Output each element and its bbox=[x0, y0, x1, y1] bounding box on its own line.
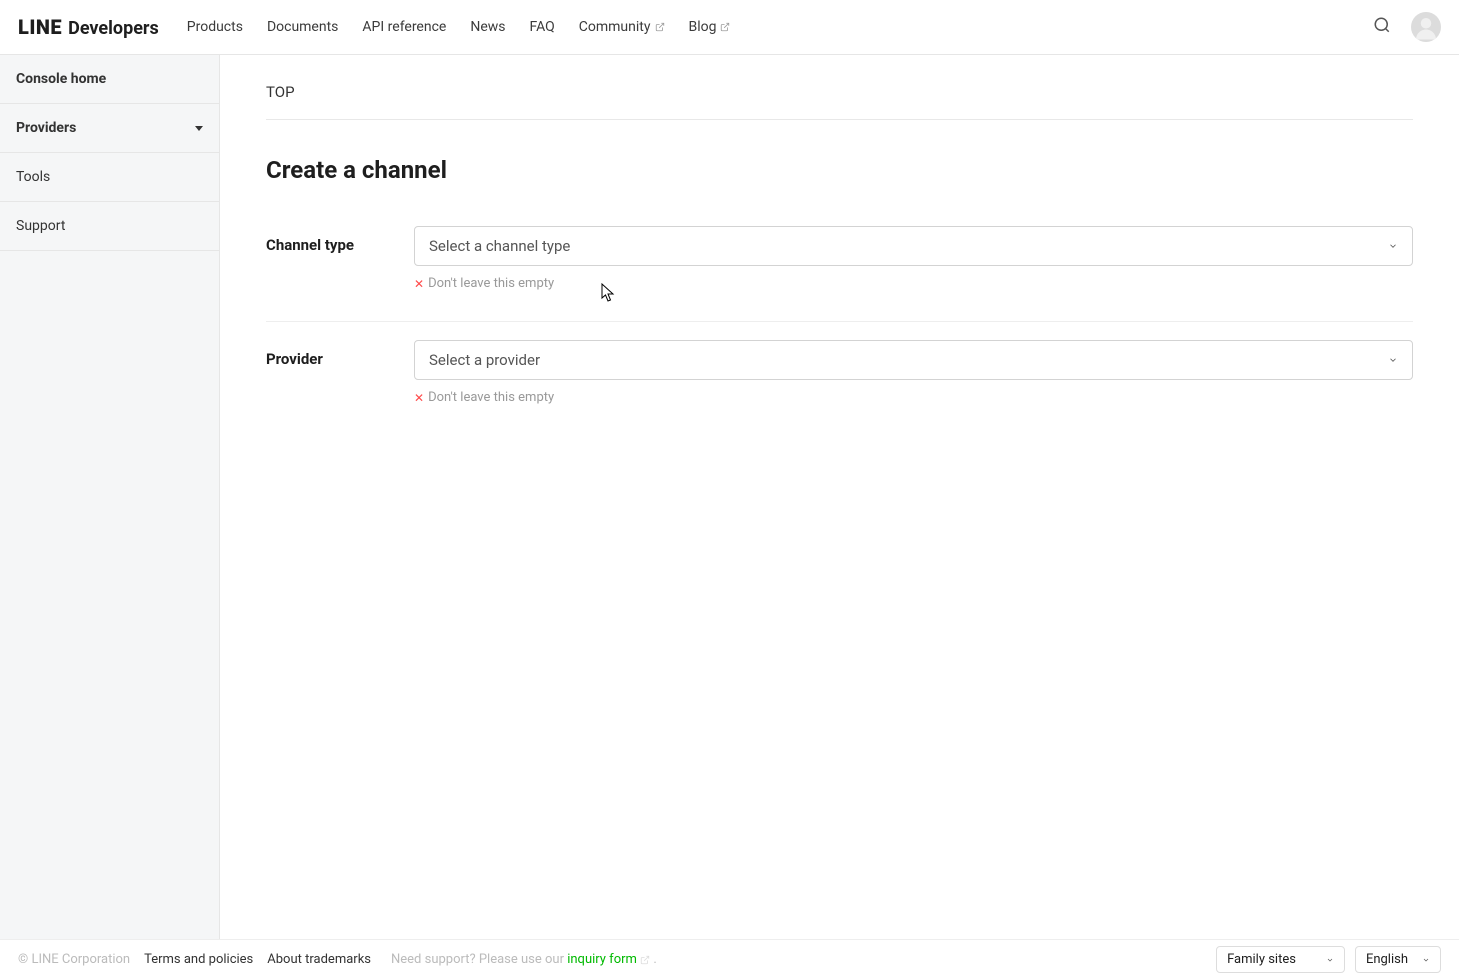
nav-documents[interactable]: Documents bbox=[267, 19, 338, 35]
footer-copyright: © LINE Corporation bbox=[18, 952, 130, 967]
nav-items: Products Documents API reference News FA… bbox=[187, 19, 1373, 35]
nav-news[interactable]: News bbox=[470, 19, 505, 35]
external-link-icon bbox=[655, 22, 665, 32]
language-select[interactable]: English bbox=[1355, 946, 1441, 973]
nav-label: Documents bbox=[267, 19, 338, 35]
error-text: Don't leave this empty bbox=[428, 390, 554, 405]
nav-blog[interactable]: Blog bbox=[689, 19, 731, 35]
sidebar-item-label: Support bbox=[16, 218, 65, 234]
family-sites-label: Family sites bbox=[1227, 952, 1296, 967]
nav-faq[interactable]: FAQ bbox=[530, 19, 555, 35]
search-button[interactable] bbox=[1373, 16, 1391, 38]
nav-label: FAQ bbox=[530, 19, 555, 35]
channel-type-label: Channel type bbox=[266, 226, 414, 291]
nav-label: Community bbox=[579, 19, 651, 35]
logo-line: LINE bbox=[18, 15, 62, 39]
page-title: Create a channel bbox=[266, 120, 1413, 208]
sidebar-item-label: Console home bbox=[16, 71, 106, 87]
chevron-down-icon bbox=[1388, 355, 1398, 365]
footer: © LINE Corporation Terms and policies Ab… bbox=[0, 939, 1459, 979]
error-text: Don't leave this empty bbox=[428, 276, 554, 291]
provider-control: Select a provider ✕ Don't leave this emp… bbox=[414, 340, 1413, 405]
nav-api-reference[interactable]: API reference bbox=[362, 19, 446, 35]
nav-products[interactable]: Products bbox=[187, 19, 243, 35]
external-link-icon bbox=[720, 22, 730, 32]
select-placeholder: Select a provider bbox=[429, 351, 540, 369]
body: Console home Providers Tools Support TOP… bbox=[0, 55, 1459, 939]
footer-trademarks-link[interactable]: About trademarks bbox=[267, 952, 371, 967]
channel-type-control: Select a channel type ✕ Don't leave this… bbox=[414, 226, 1413, 291]
footer-support-text: Need support? Please use our inquiry for… bbox=[391, 952, 657, 967]
main-content: TOP Create a channel Channel type Select… bbox=[220, 55, 1459, 939]
top-nav: LINE Developers Products Documents API r… bbox=[0, 0, 1459, 55]
logo[interactable]: LINE Developers bbox=[18, 15, 159, 39]
sidebar: Console home Providers Tools Support bbox=[0, 55, 220, 939]
chevron-down-icon bbox=[1422, 956, 1430, 964]
form-row-provider: Provider Select a provider ✕ Don't leave… bbox=[266, 322, 1413, 435]
sidebar-item-providers[interactable]: Providers bbox=[0, 104, 219, 153]
sidebar-item-label: Providers bbox=[16, 120, 76, 136]
footer-left: © LINE Corporation Terms and policies Ab… bbox=[18, 952, 657, 967]
sidebar-item-label: Tools bbox=[16, 169, 50, 185]
provider-label: Provider bbox=[266, 340, 414, 405]
chevron-down-icon bbox=[1326, 956, 1334, 964]
avatar[interactable] bbox=[1411, 12, 1441, 42]
support-prefix: Need support? Please use our bbox=[391, 952, 567, 967]
breadcrumb[interactable]: TOP bbox=[266, 55, 1413, 120]
logo-developers: Developers bbox=[68, 18, 159, 39]
sidebar-item-console-home[interactable]: Console home bbox=[0, 55, 219, 104]
sidebar-item-support[interactable]: Support bbox=[0, 202, 219, 251]
search-icon bbox=[1373, 16, 1391, 34]
error-x-icon: ✕ bbox=[414, 277, 424, 291]
language-label: English bbox=[1366, 952, 1408, 967]
nav-label: News bbox=[470, 19, 505, 35]
sidebar-item-tools[interactable]: Tools bbox=[0, 153, 219, 202]
channel-type-error: ✕ Don't leave this empty bbox=[414, 276, 1413, 291]
nav-label: Products bbox=[187, 19, 243, 35]
topnav-right bbox=[1373, 12, 1441, 42]
nav-community[interactable]: Community bbox=[579, 19, 665, 35]
channel-type-select[interactable]: Select a channel type bbox=[414, 226, 1413, 266]
external-link-icon bbox=[640, 955, 650, 965]
nav-label: Blog bbox=[689, 19, 717, 35]
provider-error: ✕ Don't leave this empty bbox=[414, 390, 1413, 405]
support-suffix: . bbox=[650, 952, 657, 967]
chevron-down-icon bbox=[1388, 241, 1398, 251]
family-sites-select[interactable]: Family sites bbox=[1216, 946, 1345, 973]
inquiry-form-link[interactable]: inquiry form bbox=[567, 952, 637, 967]
provider-select[interactable]: Select a provider bbox=[414, 340, 1413, 380]
nav-label: API reference bbox=[362, 19, 446, 35]
error-x-icon: ✕ bbox=[414, 391, 424, 405]
select-placeholder: Select a channel type bbox=[429, 237, 570, 255]
footer-right: Family sites English bbox=[1216, 946, 1441, 973]
caret-down-icon bbox=[195, 126, 203, 131]
form-row-channel-type: Channel type Select a channel type ✕ Don… bbox=[266, 208, 1413, 322]
avatar-icon bbox=[1411, 12, 1441, 42]
footer-terms-link[interactable]: Terms and policies bbox=[144, 952, 253, 967]
